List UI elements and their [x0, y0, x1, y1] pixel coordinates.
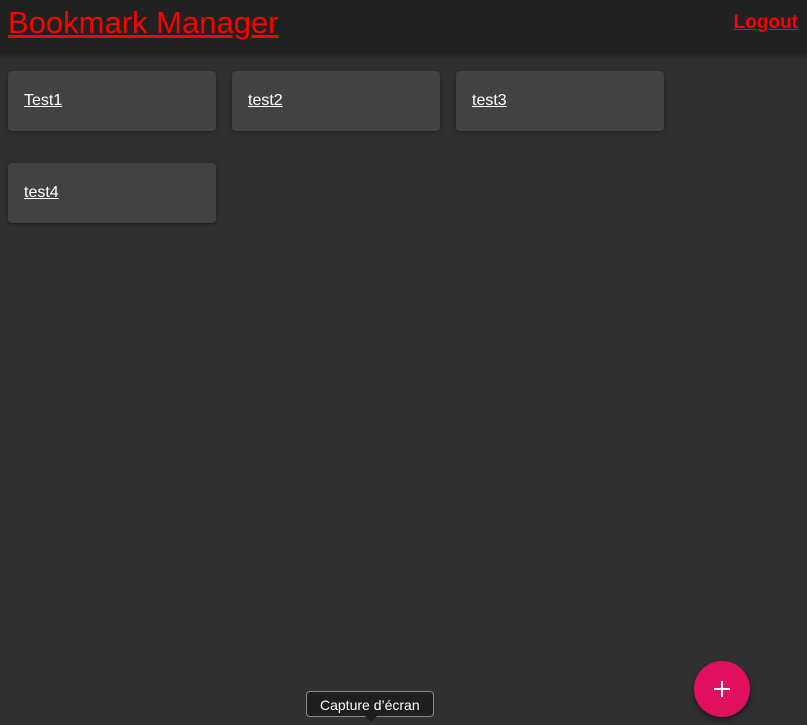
- bookmark-card[interactable]: Test1: [8, 71, 216, 131]
- bookmark-card[interactable]: test3: [456, 71, 664, 131]
- plus-icon: [714, 681, 730, 697]
- bookmark-link[interactable]: Test1: [24, 92, 62, 110]
- bookmark-card[interactable]: test4: [8, 163, 216, 223]
- bookmark-link[interactable]: test2: [248, 92, 283, 110]
- bookmark-grid: Test1 test2 test3 test4: [8, 71, 688, 223]
- bookmark-link[interactable]: test4: [24, 184, 59, 202]
- add-bookmark-button[interactable]: [694, 661, 750, 717]
- screenshot-tooltip: Capture d’écran: [306, 691, 434, 717]
- logout-link[interactable]: Logout: [734, 12, 798, 34]
- bookmark-link[interactable]: test3: [472, 92, 507, 110]
- bookmark-card[interactable]: test2: [232, 71, 440, 131]
- tooltip-arrow: [365, 716, 377, 722]
- app-title-link[interactable]: Bookmark Manager: [8, 5, 279, 41]
- top-toolbar: Bookmark Manager Logout: [0, 0, 807, 54]
